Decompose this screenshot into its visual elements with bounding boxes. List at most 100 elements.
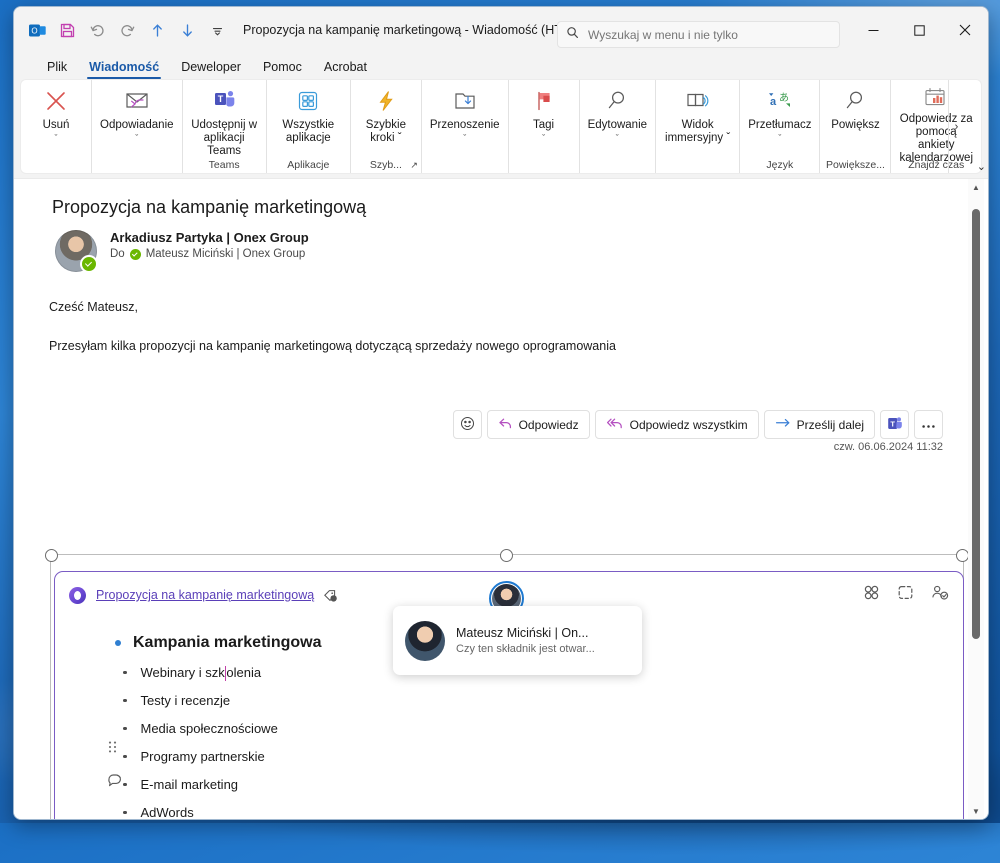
save-icon[interactable] [53, 16, 81, 44]
next-item-icon[interactable] [173, 16, 201, 44]
tab-deweloper[interactable]: Deweloper [170, 58, 252, 79]
chevron-down-icon[interactable]: ˇ [616, 133, 619, 144]
scroll-down-arrow-icon[interactable]: ▼ [972, 803, 980, 819]
recipient-name[interactable]: Mateusz Miciński | Onex Group [146, 248, 306, 260]
ribbon-group-teams: T Udostępnij w aplikacji Teams Teams [181, 80, 266, 173]
loop-title-link[interactable]: Propozycja na kampanię marketingową [96, 588, 314, 602]
previous-item-icon[interactable] [143, 16, 171, 44]
scrollbar-thumb[interactable] [972, 209, 980, 639]
list-item[interactable]: Programy partnerskie [123, 749, 963, 764]
ribbon-tabstrip: Plik Wiadomość Deweloper Pomoc Acrobat [14, 53, 988, 79]
more-options-button[interactable] [914, 410, 943, 439]
presence-available-icon [80, 255, 98, 273]
outlook-app-icon[interactable]: O [23, 16, 51, 44]
all-apps-label: Wszystkie aplikacje [282, 119, 335, 144]
quick-access-toolbar: O [14, 16, 231, 44]
chevron-down-icon[interactable]: ˇ [542, 133, 545, 144]
customize-qat-icon[interactable] [203, 16, 231, 44]
minimize-button[interactable] [850, 7, 896, 53]
group-label-find-time: Znajdź czas [908, 159, 965, 171]
ribbon-overflow-button[interactable]: › [948, 80, 964, 173]
editing-button[interactable]: Edytowanie ˇ [580, 80, 655, 173]
sender-name[interactable]: Arkadiusz Partyka | Onex Group [110, 230, 309, 245]
reply-arrow-icon [498, 416, 513, 433]
sensitivity-tag-icon[interactable]: ? [323, 588, 338, 603]
chevron-down-icon[interactable]: ˇ [55, 133, 58, 144]
message-header: Arkadiusz Partyka | Onex Group Do Mateus… [55, 230, 988, 273]
loop-gutter [107, 740, 123, 793]
reply-envelope-icon [122, 85, 152, 117]
tab-pomoc[interactable]: Pomoc [252, 58, 313, 79]
list-item[interactable]: AdWords [123, 805, 963, 819]
message-actions: Odpowiedz Odpowiedz wszystkim Prześlij d… [452, 410, 943, 439]
resize-handle-top-left[interactable] [45, 549, 58, 562]
reply-all-button[interactable]: Odpowiedz wszystkim [594, 410, 759, 439]
close-button[interactable] [942, 7, 988, 53]
tab-plik[interactable]: Plik [36, 58, 78, 79]
reply-all-label: Odpowiedz wszystkim [629, 417, 748, 432]
ribbon-group-zoom: Powiększ Powiększe... [819, 80, 890, 173]
loop-clover-icon[interactable] [863, 584, 880, 606]
zoom-magnifier-icon [842, 85, 868, 117]
svg-text:a: a [770, 96, 777, 108]
quick-steps-lightning-icon [373, 85, 399, 117]
chevron-down-icon[interactable]: ˇ [135, 133, 138, 144]
teams-icon: T [886, 415, 903, 435]
avatar[interactable] [55, 230, 98, 273]
scroll-up-arrow-icon[interactable]: ▲ [972, 179, 980, 195]
chevron-down-icon[interactable]: ˇ [463, 133, 466, 144]
chevron-down-icon[interactable]: ˇ [778, 133, 781, 144]
page-title: Propozycja na kampanię marketingową [52, 197, 367, 217]
resize-handle-top-center[interactable] [500, 549, 513, 562]
ribbon-collapse-button[interactable]: ⌄ [977, 160, 986, 173]
ribbon-group-tags: Tagi ˇ [507, 80, 579, 173]
maximize-button[interactable] [896, 7, 942, 53]
ribbon-group-move: Przenoszenie ˇ [420, 80, 508, 173]
svg-text:あ: あ [779, 92, 789, 104]
window-title: Propozycja na kampanię marketingową - Wi… [243, 23, 571, 37]
bullet-icon [115, 640, 121, 646]
reply-group-label: Odpowiadanie [100, 119, 174, 131]
move-button[interactable]: Przenoszenie ˇ [422, 80, 508, 173]
dialog-launcher-icon[interactable]: ↗ [410, 160, 418, 171]
list-item[interactable]: Testy i recenzje [123, 693, 963, 708]
list-item-label: AdWords [140, 805, 194, 819]
group-label-apps: Aplikacje [287, 159, 330, 171]
list-item[interactable]: E-mail marketing [123, 777, 963, 792]
scrollbar-track[interactable] [968, 195, 984, 803]
ribbon-group-find-time: Odpowiedz za pomocą ankiety kalendarzowe… [890, 80, 981, 173]
reply-group-button[interactable]: Odpowiadanie ˇ [92, 80, 182, 173]
outlook-message-window: O Propozycja na kampanię marketingową - … [13, 6, 989, 820]
loop-component-icon [69, 586, 86, 604]
list-item-label: Webinary i szk olenia [140, 665, 262, 681]
delete-button[interactable]: Usuń ˇ [21, 80, 91, 173]
redo-icon[interactable] [113, 16, 141, 44]
search-icon [566, 26, 579, 44]
tab-acrobat[interactable]: Acrobat [313, 58, 378, 79]
immersive-reader-button[interactable]: Widok immersyjny ˇ [656, 80, 739, 173]
search-box[interactable] [557, 21, 840, 48]
tooltip-name: Mateusz Miciński | On... [456, 626, 589, 640]
tooltip-avatar [405, 620, 445, 661]
search-input[interactable] [586, 26, 810, 43]
vertical-scrollbar[interactable]: ▲ ▼ [968, 179, 984, 819]
open-in-teams-button[interactable]: T [880, 410, 909, 439]
tab-wiadomosc[interactable]: Wiadomość [78, 58, 170, 79]
comment-bubble-icon[interactable] [107, 773, 123, 793]
group-label-zoom: Powiększe... [826, 159, 885, 171]
person-check-icon[interactable] [931, 584, 949, 606]
dashed-square-icon[interactable] [897, 584, 914, 606]
reply-button[interactable]: Odpowiedz [486, 410, 590, 439]
svg-text:?: ? [332, 596, 335, 601]
drag-handle-icon[interactable] [107, 740, 123, 759]
emoji-reaction-button[interactable] [452, 410, 482, 439]
loop-toolbar [863, 584, 949, 606]
tags-button[interactable]: Tagi ˇ [509, 80, 579, 173]
undo-icon[interactable] [83, 16, 111, 44]
tooltip-status: Czy ten składnik jest otwar... [456, 643, 595, 655]
list-item[interactable]: Media społecznościowe [123, 721, 963, 736]
magnifier-edit-icon [604, 85, 630, 117]
quick-steps-label: Szybkie kroki ˇ [365, 119, 407, 144]
forward-button[interactable]: Prześlij dalej [763, 410, 875, 439]
ribbon-group-quick-steps: Szybkie kroki ˇ Szyb... ↗ [349, 80, 421, 173]
